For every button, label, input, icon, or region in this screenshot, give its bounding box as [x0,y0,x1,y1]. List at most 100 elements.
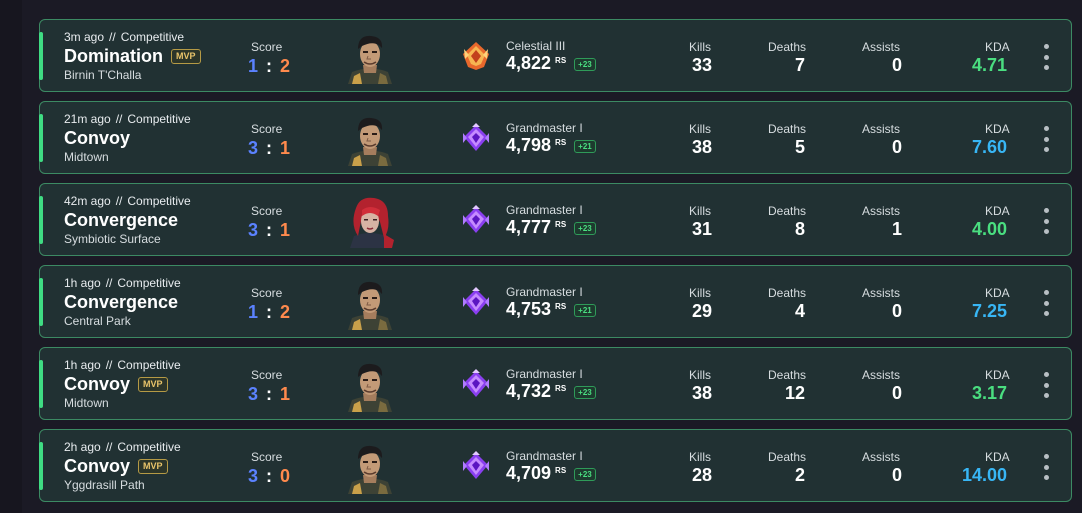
meta-separator: // [115,112,123,126]
more-options-icon[interactable] [1042,372,1050,398]
deaths-label: Deaths [768,122,807,136]
kills-value: 38 [691,137,712,157]
kills-label: Kills [689,40,712,54]
kda-value: 4.71 [971,55,1007,75]
rank-name: Grandmaster I [506,285,583,299]
rank-icon [461,205,491,235]
rank-score-delta: +21 [574,304,596,317]
kda-value: 3.17 [971,383,1007,403]
deaths-value: 4 [794,301,805,321]
score-team-a: 1 [248,302,259,322]
match-result-accent [39,442,43,490]
deaths-value: 7 [794,55,805,75]
kda-value: 7.60 [971,137,1007,157]
match-meta: 2h ago // Competitive [64,440,181,454]
hero-portrait-icon[interactable] [344,32,396,84]
rank-icon [461,123,491,153]
match-meta: 3m ago // Competitive [64,30,184,44]
match-card[interactable]: 21m ago // Competitive Convoy Midtown Scor… [39,101,1072,174]
assists-label: Assists [862,122,901,136]
score-team-b: 1 [280,220,291,240]
deaths-value: 2 [794,465,805,485]
match-mode-row: Convoy MVP [64,374,168,395]
match-queue: Competitive [117,358,181,372]
match-mode-row: Convoy MVP [64,456,168,477]
kda-value: 4.00 [971,219,1007,239]
meta-separator: // [115,194,123,208]
deaths-value: 8 [794,219,805,239]
match-mode: Convoy [64,374,131,394]
assists-label: Assists [862,368,901,382]
match-card[interactable]: 2h ago // Competitive Convoy MVP Yggdrasil… [39,429,1072,502]
score-label: Score [251,450,283,464]
score-team-b: 2 [280,56,291,76]
kda-label: KDA [985,204,1010,218]
match-map: Symbiotic Surface [64,232,161,246]
rank-name: Grandmaster I [506,449,583,463]
match-time: 3m ago [64,30,105,44]
kda-label: KDA [985,286,1010,300]
rank-score-unit: RS [555,302,567,311]
match-score: 3:1 [248,220,290,241]
more-options-icon[interactable] [1042,44,1050,70]
rank-score-row: 4,777 RS +23 [506,217,596,238]
hero-portrait-icon[interactable] [344,360,396,412]
match-map: Yggdrasill Path [64,478,145,492]
match-queue: Competitive [127,112,191,126]
score-label: Score [251,204,283,218]
match-queue: Competitive [127,194,191,208]
match-card[interactable]: 1h ago // Competitive Convoy MVP Midtown S… [39,347,1072,420]
score-colon: : [266,302,273,322]
rank-score-delta: +23 [574,222,596,235]
rank-name: Celestial III [506,39,566,53]
hero-portrait-icon[interactable] [344,278,396,330]
match-queue: Competitive [117,276,181,290]
kills-value: 29 [691,301,712,321]
match-card[interactable]: 42m ago // Competitive Convergence Symbiot… [39,183,1072,256]
assists-value: 1 [891,219,902,239]
match-result-accent [39,360,43,408]
more-options-icon[interactable] [1042,290,1050,316]
rank-score: 4,798 [506,135,552,155]
rank-icon [461,287,491,317]
deaths-label: Deaths [768,40,807,54]
score-colon: : [266,56,273,76]
kda-value: 7.25 [971,301,1007,321]
match-result-accent [39,114,43,162]
rank-score-unit: RS [555,466,567,475]
score-team-a: 3 [248,220,259,240]
score-team-b: 0 [280,466,291,486]
match-meta: 42m ago // Competitive [64,194,191,208]
match-map: Midtown [64,150,109,164]
score-label: Score [251,122,283,136]
match-time: 21m ago [64,112,111,126]
rank-name: Grandmaster I [506,203,583,217]
match-mode: Domination [64,46,163,66]
match-time: 42m ago [64,194,111,208]
kills-value: 31 [691,219,712,239]
match-mode: Convergence [64,292,179,312]
rank-score-unit: RS [555,56,567,65]
kills-value: 38 [691,383,712,403]
match-time: 2h ago [64,440,101,454]
hero-portrait-icon[interactable] [344,442,396,494]
hero-portrait-icon[interactable] [344,114,396,166]
more-options-icon[interactable] [1042,208,1050,234]
hero-portrait-icon[interactable] [344,196,396,248]
rank-score-delta: +23 [574,386,596,399]
rank-score-row: 4,732 RS +23 [506,381,596,402]
rank-score-row: 4,753 RS +21 [506,299,596,320]
match-card[interactable]: 1h ago // Competitive Convergence Central … [39,265,1072,338]
score-label: Score [251,368,283,382]
more-options-icon[interactable] [1042,454,1050,480]
match-score: 1:2 [248,302,290,323]
more-options-icon[interactable] [1042,126,1050,152]
kills-label: Kills [689,122,712,136]
rank-score-row: 4,709 RS +23 [506,463,596,484]
match-card[interactable]: 3m ago // Competitive Domination MVP Birni… [39,19,1072,92]
rank-score-delta: +21 [574,140,596,153]
rank-score: 4,732 [506,381,552,401]
kda-value: 14.00 [961,465,1007,485]
assists-label: Assists [862,450,901,464]
match-map: Central Park [64,314,131,328]
